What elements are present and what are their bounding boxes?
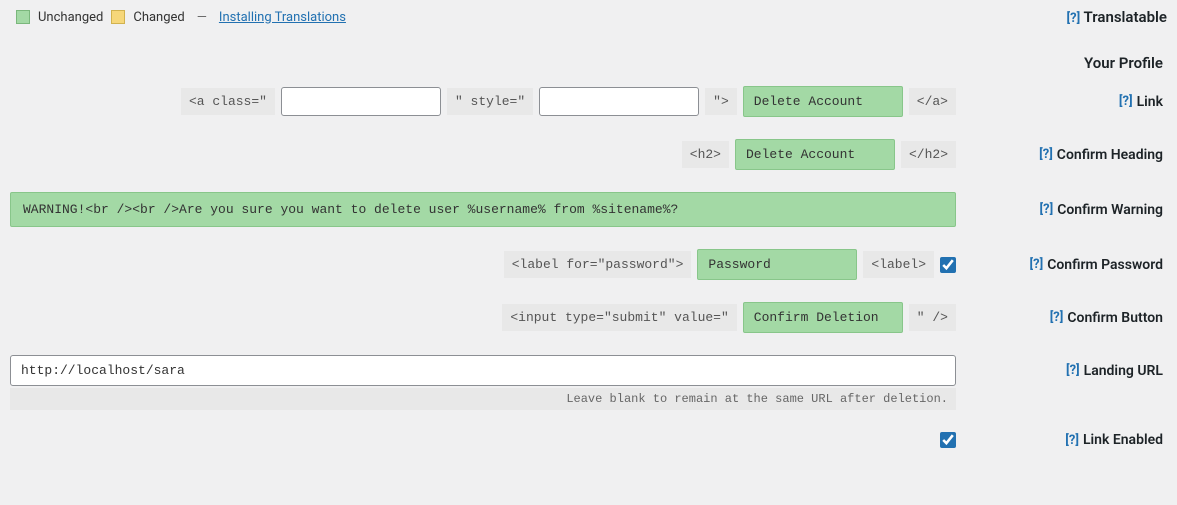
heading-text-input[interactable]	[735, 139, 895, 170]
changed-label: Changed	[133, 10, 184, 25]
password-suffix: <label>	[863, 251, 934, 278]
password-help[interactable]: [?]	[1030, 257, 1044, 272]
link-enabled-label: Link Enabled	[1083, 432, 1163, 448]
password-checkbox[interactable]	[940, 257, 956, 273]
heading-suffix: </h2>	[901, 141, 956, 168]
warning-text-input[interactable]: WARNING!<br /><br />Are you sure you wan…	[10, 192, 956, 227]
translatable-label: Translatable	[1084, 8, 1167, 26]
link-label: Link	[1137, 94, 1163, 110]
landing-url-input[interactable]	[10, 355, 956, 386]
legend-separator: —	[197, 10, 207, 25]
heading-prefix: <h2>	[682, 141, 729, 168]
link-help[interactable]: [?]	[1119, 94, 1133, 109]
landing-url-helper: Leave blank to remain at the same URL af…	[10, 388, 956, 410]
warning-help[interactable]: [?]	[1040, 202, 1054, 217]
link-prefix-style: " style="	[447, 88, 533, 115]
link-style-input[interactable]	[539, 87, 699, 116]
button-label: Confirm Button	[1067, 310, 1163, 326]
landing-url-help[interactable]: [?]	[1066, 363, 1080, 378]
heading-label: Confirm Heading	[1057, 147, 1163, 163]
section-title: Your Profile	[1084, 54, 1163, 72]
unchanged-swatch	[16, 10, 30, 24]
landing-url-label: Landing URL	[1084, 363, 1163, 379]
link-suffix: </a>	[909, 88, 956, 115]
button-prefix: <input type="submit" value="	[502, 304, 736, 331]
password-label: Confirm Password	[1047, 257, 1163, 273]
link-enabled-checkbox[interactable]	[940, 432, 956, 448]
link-class-input[interactable]	[281, 87, 441, 116]
heading-help[interactable]: [?]	[1039, 147, 1053, 162]
password-text-input[interactable]	[697, 249, 857, 280]
link-text-input[interactable]	[743, 86, 903, 117]
button-suffix: " />	[909, 304, 956, 331]
link-enabled-help[interactable]: [?]	[1065, 433, 1079, 448]
password-prefix: <label for="password">	[504, 251, 692, 278]
button-help[interactable]: [?]	[1050, 310, 1064, 325]
translatable-help[interactable]: [?]	[1067, 11, 1081, 26]
link-prefix-close: ">	[705, 88, 737, 115]
button-text-input[interactable]	[743, 302, 903, 333]
unchanged-label: Unchanged	[38, 10, 103, 25]
changed-swatch	[111, 10, 125, 24]
legend-bar: Unchanged Changed — Installing Translati…	[16, 10, 346, 25]
warning-label: Confirm Warning	[1057, 202, 1163, 218]
installing-translations-link[interactable]: Installing Translations	[219, 10, 346, 25]
link-prefix-aclass: <a class="	[181, 88, 275, 115]
